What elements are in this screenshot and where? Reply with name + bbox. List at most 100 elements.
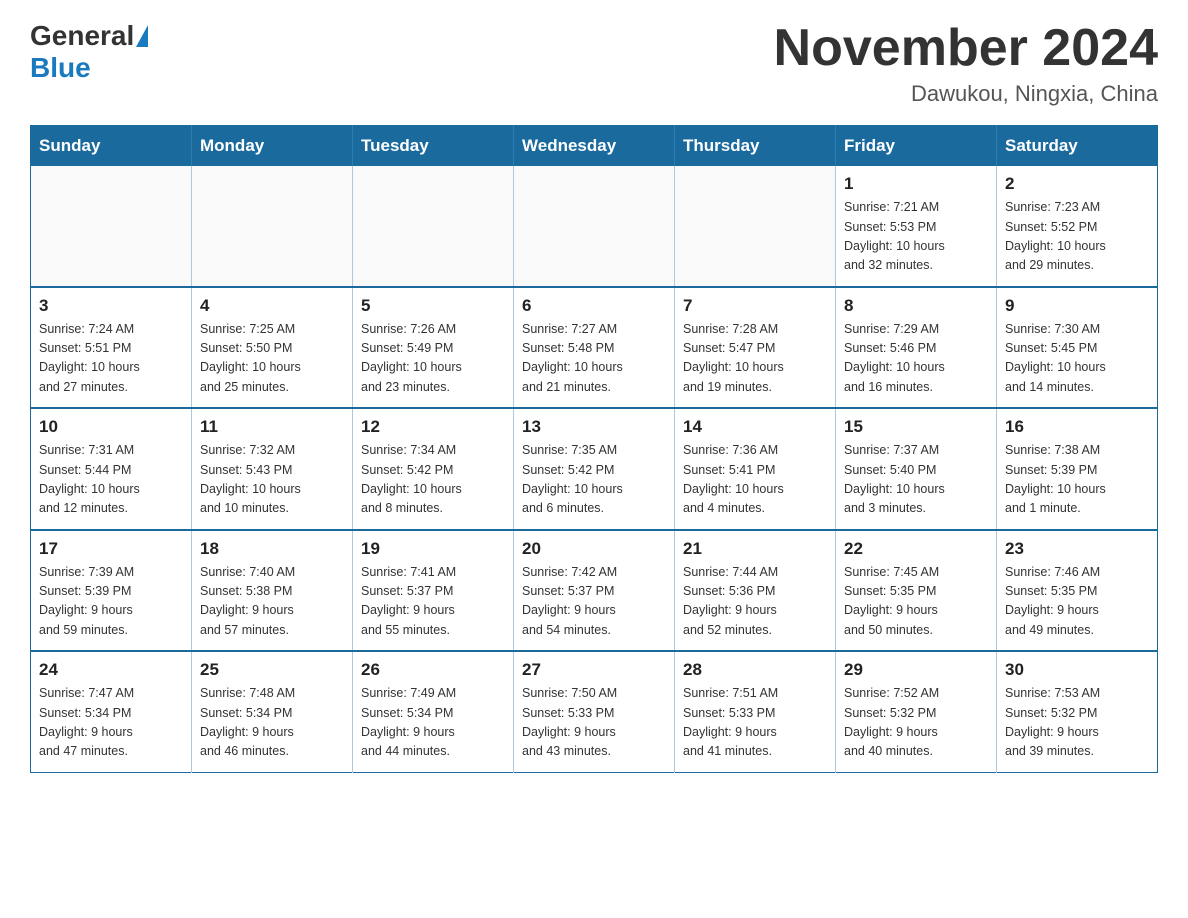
day-info: Sunrise: 7:29 AMSunset: 5:46 PMDaylight:…	[844, 320, 988, 398]
day-info: Sunrise: 7:52 AMSunset: 5:32 PMDaylight:…	[844, 684, 988, 762]
day-info: Sunrise: 7:41 AMSunset: 5:37 PMDaylight:…	[361, 563, 505, 641]
day-number: 6	[522, 296, 666, 316]
day-number: 2	[1005, 174, 1149, 194]
day-info: Sunrise: 7:28 AMSunset: 5:47 PMDaylight:…	[683, 320, 827, 398]
day-of-week-header: Tuesday	[353, 126, 514, 167]
calendar-cell	[353, 166, 514, 287]
day-number: 10	[39, 417, 183, 437]
day-info: Sunrise: 7:39 AMSunset: 5:39 PMDaylight:…	[39, 563, 183, 641]
day-info: Sunrise: 7:31 AMSunset: 5:44 PMDaylight:…	[39, 441, 183, 519]
day-info: Sunrise: 7:34 AMSunset: 5:42 PMDaylight:…	[361, 441, 505, 519]
day-info: Sunrise: 7:50 AMSunset: 5:33 PMDaylight:…	[522, 684, 666, 762]
day-number: 22	[844, 539, 988, 559]
calendar-cell: 16 Sunrise: 7:38 AMSunset: 5:39 PMDayligh…	[997, 408, 1158, 530]
day-number: 4	[200, 296, 344, 316]
day-number: 3	[39, 296, 183, 316]
calendar-cell: 6 Sunrise: 7:27 AMSunset: 5:48 PMDaylight…	[514, 287, 675, 409]
calendar-cell	[192, 166, 353, 287]
day-info: Sunrise: 7:47 AMSunset: 5:34 PMDaylight:…	[39, 684, 183, 762]
day-info: Sunrise: 7:27 AMSunset: 5:48 PMDaylight:…	[522, 320, 666, 398]
day-info: Sunrise: 7:36 AMSunset: 5:41 PMDaylight:…	[683, 441, 827, 519]
day-number: 26	[361, 660, 505, 680]
day-number: 8	[844, 296, 988, 316]
calendar-week-row: 17 Sunrise: 7:39 AMSunset: 5:39 PMDayligh…	[31, 530, 1158, 652]
day-info: Sunrise: 7:40 AMSunset: 5:38 PMDaylight:…	[200, 563, 344, 641]
day-number: 28	[683, 660, 827, 680]
day-info: Sunrise: 7:38 AMSunset: 5:39 PMDaylight:…	[1005, 441, 1149, 519]
day-number: 25	[200, 660, 344, 680]
day-number: 19	[361, 539, 505, 559]
day-number: 7	[683, 296, 827, 316]
calendar-cell: 7 Sunrise: 7:28 AMSunset: 5:47 PMDaylight…	[675, 287, 836, 409]
day-number: 15	[844, 417, 988, 437]
day-info: Sunrise: 7:45 AMSunset: 5:35 PMDaylight:…	[844, 563, 988, 641]
calendar-cell: 8 Sunrise: 7:29 AMSunset: 5:46 PMDaylight…	[836, 287, 997, 409]
calendar-cell: 10 Sunrise: 7:31 AMSunset: 5:44 PMDayligh…	[31, 408, 192, 530]
calendar-week-row: 3 Sunrise: 7:24 AMSunset: 5:51 PMDaylight…	[31, 287, 1158, 409]
day-info: Sunrise: 7:21 AMSunset: 5:53 PMDaylight:…	[844, 198, 988, 276]
day-of-week-header: Sunday	[31, 126, 192, 167]
day-of-week-header: Saturday	[997, 126, 1158, 167]
day-info: Sunrise: 7:37 AMSunset: 5:40 PMDaylight:…	[844, 441, 988, 519]
calendar-cell: 29 Sunrise: 7:52 AMSunset: 5:32 PMDayligh…	[836, 651, 997, 772]
calendar-cell: 4 Sunrise: 7:25 AMSunset: 5:50 PMDaylight…	[192, 287, 353, 409]
day-number: 17	[39, 539, 183, 559]
calendar-cell: 9 Sunrise: 7:30 AMSunset: 5:45 PMDaylight…	[997, 287, 1158, 409]
day-number: 1	[844, 174, 988, 194]
calendar-cell: 17 Sunrise: 7:39 AMSunset: 5:39 PMDayligh…	[31, 530, 192, 652]
day-of-week-header: Monday	[192, 126, 353, 167]
day-number: 21	[683, 539, 827, 559]
logo-general-text: General	[30, 20, 134, 52]
day-info: Sunrise: 7:25 AMSunset: 5:50 PMDaylight:…	[200, 320, 344, 398]
logo-triangle-icon	[136, 25, 148, 47]
calendar-cell: 27Sunrise: 7:50 AMSunset: 5:33 PMDayligh…	[514, 651, 675, 772]
calendar-cell: 22 Sunrise: 7:45 AMSunset: 5:35 PMDayligh…	[836, 530, 997, 652]
day-number: 11	[200, 417, 344, 437]
month-title: November 2024	[774, 20, 1158, 77]
day-info: Sunrise: 7:26 AMSunset: 5:49 PMDaylight:…	[361, 320, 505, 398]
day-number: 30	[1005, 660, 1149, 680]
calendar-header: SundayMondayTuesdayWednesdayThursdayFrid…	[31, 126, 1158, 167]
calendar-cell: 11 Sunrise: 7:32 AMSunset: 5:43 PMDayligh…	[192, 408, 353, 530]
day-of-week-header: Friday	[836, 126, 997, 167]
day-info: Sunrise: 7:23 AMSunset: 5:52 PMDaylight:…	[1005, 198, 1149, 276]
calendar-week-row: 10 Sunrise: 7:31 AMSunset: 5:44 PMDayligh…	[31, 408, 1158, 530]
day-info: Sunrise: 7:44 AMSunset: 5:36 PMDaylight:…	[683, 563, 827, 641]
calendar-cell: 13Sunrise: 7:35 AMSunset: 5:42 PMDayligh…	[514, 408, 675, 530]
day-number: 13	[522, 417, 666, 437]
day-number: 14	[683, 417, 827, 437]
calendar-cell: 20Sunrise: 7:42 AMSunset: 5:37 PMDayligh…	[514, 530, 675, 652]
calendar-cell: 5 Sunrise: 7:26 AMSunset: 5:49 PMDaylight…	[353, 287, 514, 409]
location: Dawukou, Ningxia, China	[774, 81, 1158, 107]
calendar-cell: 3 Sunrise: 7:24 AMSunset: 5:51 PMDaylight…	[31, 287, 192, 409]
day-info: Sunrise: 7:51 AMSunset: 5:33 PMDaylight:…	[683, 684, 827, 762]
calendar-table: SundayMondayTuesdayWednesdayThursdayFrid…	[30, 125, 1158, 773]
day-info: Sunrise: 7:30 AMSunset: 5:45 PMDaylight:…	[1005, 320, 1149, 398]
day-number: 23	[1005, 539, 1149, 559]
calendar-cell: 21 Sunrise: 7:44 AMSunset: 5:36 PMDayligh…	[675, 530, 836, 652]
day-number: 18	[200, 539, 344, 559]
day-number: 24	[39, 660, 183, 680]
day-info: Sunrise: 7:24 AMSunset: 5:51 PMDaylight:…	[39, 320, 183, 398]
day-number: 9	[1005, 296, 1149, 316]
day-info: Sunrise: 7:46 AMSunset: 5:35 PMDaylight:…	[1005, 563, 1149, 641]
calendar-cell	[514, 166, 675, 287]
calendar-cell: 24 Sunrise: 7:47 AMSunset: 5:34 PMDayligh…	[31, 651, 192, 772]
logo-blue-text: Blue	[30, 52, 91, 83]
day-number: 29	[844, 660, 988, 680]
day-info: Sunrise: 7:53 AMSunset: 5:32 PMDaylight:…	[1005, 684, 1149, 762]
day-info: Sunrise: 7:32 AMSunset: 5:43 PMDaylight:…	[200, 441, 344, 519]
calendar-cell: 30 Sunrise: 7:53 AMSunset: 5:32 PMDayligh…	[997, 651, 1158, 772]
calendar-cell: 12 Sunrise: 7:34 AMSunset: 5:42 PMDayligh…	[353, 408, 514, 530]
calendar-cell: 2 Sunrise: 7:23 AMSunset: 5:52 PMDaylight…	[997, 166, 1158, 287]
day-number: 12	[361, 417, 505, 437]
day-info: Sunrise: 7:48 AMSunset: 5:34 PMDaylight:…	[200, 684, 344, 762]
calendar-cell	[675, 166, 836, 287]
day-number: 20	[522, 539, 666, 559]
logo: General Blue	[30, 20, 150, 84]
day-number: 16	[1005, 417, 1149, 437]
calendar-cell: 18 Sunrise: 7:40 AMSunset: 5:38 PMDayligh…	[192, 530, 353, 652]
day-number: 5	[361, 296, 505, 316]
calendar-cell: 14 Sunrise: 7:36 AMSunset: 5:41 PMDayligh…	[675, 408, 836, 530]
page-header: General Blue November 2024 Dawukou, Ning…	[30, 20, 1158, 107]
